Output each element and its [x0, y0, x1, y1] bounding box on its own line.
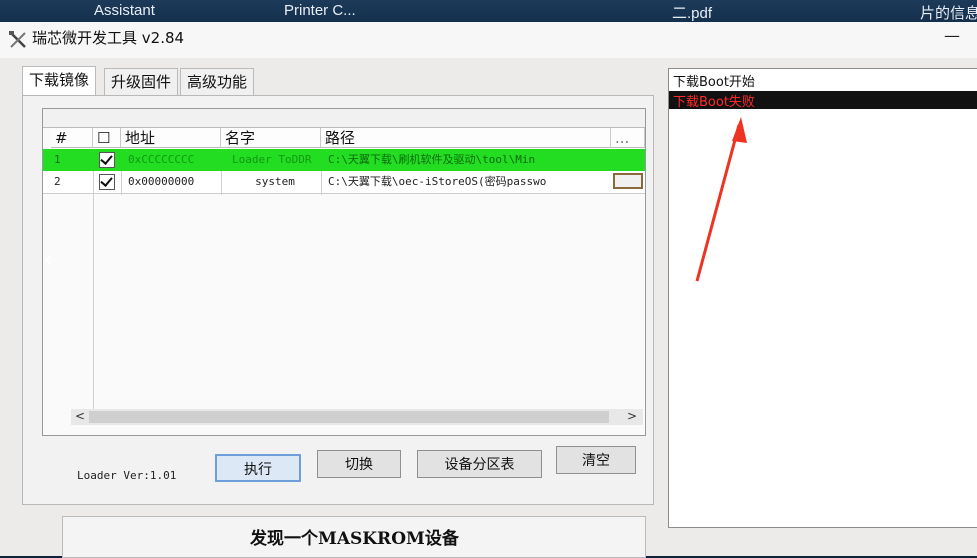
row-address[interactable]: 0xCCCCCCCC: [125, 149, 221, 171]
scrollbar-thumb[interactable]: [89, 411, 609, 423]
desktop-label-printer[interactable]: Printer C...: [284, 2, 356, 19]
device-status: 发现一个MASKROM设备: [250, 529, 459, 549]
desktop-label-assistant[interactable]: Assistant: [94, 2, 155, 19]
red-arrow-annotation: [695, 117, 747, 282]
row-path[interactable]: C:\天翼下载\oec-iStoreOS(密码passwo: [325, 171, 611, 193]
row-checkbox[interactable]: [99, 174, 115, 190]
log-panel: 下载Boot开始 下载Boot失败: [668, 68, 977, 528]
browse-path-button[interactable]: [613, 173, 643, 189]
col-header-num[interactable]: #: [51, 128, 93, 148]
col-header-more[interactable]: ...: [611, 128, 645, 148]
partition-table-button[interactable]: 设备分区表: [417, 450, 542, 478]
row-num: 1: [54, 153, 61, 166]
scroll-right-icon[interactable]: >: [627, 409, 637, 423]
log-line: 下载Boot开始: [673, 75, 755, 90]
row-checkbox[interactable]: [99, 152, 115, 168]
run-button[interactable]: 执行: [215, 454, 301, 482]
app-window: 瑞芯微开发工具 v2.84 — 下载镜像 升级固件 高级功能 # ☐ 地址 名字…: [0, 22, 977, 558]
col-header-name[interactable]: 名字: [221, 128, 321, 148]
col-header-check[interactable]: ☐: [93, 128, 121, 148]
row-name[interactable]: Loader ToDDR: [229, 149, 321, 171]
prev-arrow-icon[interactable]: ‹: [44, 248, 53, 273]
table-row[interactable]: 1 0xCCCCCCCC Loader ToDDR C:\天翼下载\刷机软件及驱…: [43, 149, 645, 171]
image-table: # ☐ 地址 名字 路径 ... 1 0xCCCCCCCC Loader ToD…: [42, 108, 646, 436]
grid-divider: [93, 171, 94, 425]
title-bar: 瑞芯微开发工具 v2.84 —: [0, 22, 977, 58]
clear-button[interactable]: 清空: [556, 446, 636, 474]
tab-upgrade-firmware[interactable]: 升级固件: [104, 68, 179, 95]
switch-button[interactable]: 切换: [317, 450, 401, 478]
log-line-error: 下载Boot失败: [673, 95, 755, 110]
minimize-button[interactable]: —: [944, 26, 960, 45]
row-address[interactable]: 0x00000000: [125, 171, 221, 193]
loader-version: Loader Ver:1.01: [77, 469, 177, 482]
row-name[interactable]: system: [229, 171, 321, 193]
tools-icon: [9, 31, 26, 48]
desktop-taskbar-strip: Assistant Printer C... 二.pdf 片的信息: [0, 0, 977, 22]
col-header-address[interactable]: 地址: [121, 128, 221, 148]
table-top-bar: [43, 109, 645, 128]
desktop-label-info[interactable]: 片的信息: [920, 2, 977, 23]
grid-divider: [321, 171, 322, 195]
tab-advanced[interactable]: 高级功能: [180, 68, 255, 95]
row-path[interactable]: C:\天翼下载\刷机软件及驱动\tool\Min: [325, 149, 611, 171]
scroll-left-icon[interactable]: <: [75, 409, 85, 423]
grid-divider: [121, 171, 122, 195]
row-num: 2: [54, 175, 61, 188]
table-row[interactable]: 2 0x00000000 system C:\天翼下载\oec-iStoreOS…: [43, 171, 645, 194]
desktop-label-pdf[interactable]: 二.pdf: [672, 2, 712, 23]
tab-download-image[interactable]: 下载镜像: [22, 66, 97, 95]
grid-divider: [221, 171, 222, 195]
window-title: 瑞芯微开发工具 v2.84: [32, 29, 185, 47]
next-arrow-icon[interactable]: ›: [934, 248, 943, 273]
col-header-path[interactable]: 路径: [321, 128, 611, 148]
